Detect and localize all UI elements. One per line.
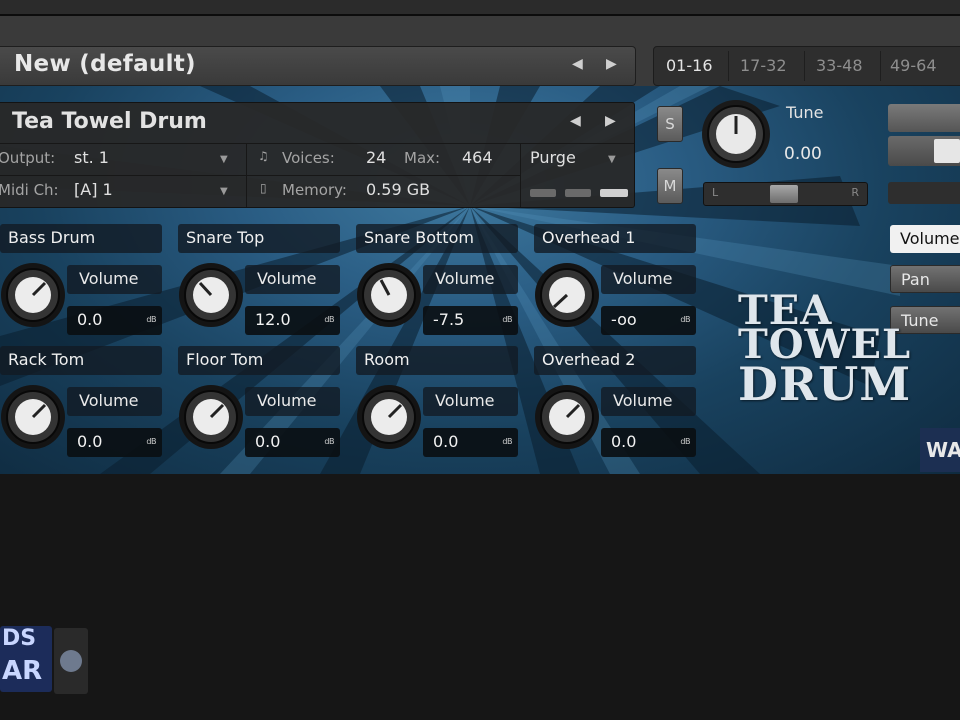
volume-knob[interactable] <box>534 384 600 450</box>
tab-volume[interactable]: Volume <box>890 225 960 253</box>
channel-name: Bass Drum <box>0 224 162 253</box>
brand-logo: WA <box>920 428 960 472</box>
channel-name: Overhead 2 <box>534 346 696 375</box>
db-unit: dB <box>680 315 690 324</box>
volume-label: Volume <box>601 265 696 294</box>
memory-value: 0.59 GB <box>366 180 431 199</box>
volume-label: Volume <box>423 387 518 416</box>
instrument-header: Tea Towel Drum ◀ ▶ Output: st. 1 ▼ Midi … <box>0 102 635 208</box>
purge-dropdown-icon[interactable]: ▼ <box>608 154 616 165</box>
tea-towel-drum-logo: TEA TOWEL DRUM <box>738 287 912 411</box>
solo-button[interactable]: S <box>657 106 683 142</box>
volume-value[interactable]: 0.0 dB <box>67 428 162 457</box>
output-label: Output: <box>0 149 56 167</box>
volume-value[interactable]: 0.0 dB <box>67 306 162 335</box>
pan-slider[interactable]: L R <box>703 182 868 206</box>
page-tab-17-32[interactable]: 17-32 <box>740 56 787 75</box>
meter-segment <box>600 189 628 197</box>
channel-name: Room <box>356 346 518 375</box>
db-unit: dB <box>146 315 156 324</box>
meter-segment <box>530 189 556 197</box>
channel-name: Overhead 1 <box>534 224 696 253</box>
db-unit: dB <box>324 437 334 446</box>
level-meter <box>888 182 960 204</box>
db-unit: dB <box>146 437 156 446</box>
instrument-title: Tea Towel Drum <box>12 109 207 134</box>
watermark-logo: DS AR <box>0 624 90 698</box>
pan-left-label: L <box>712 186 719 199</box>
instrument-prev-arrow-icon[interactable]: ◀ <box>570 113 581 129</box>
max-value[interactable]: 464 <box>462 148 493 167</box>
top-strip <box>0 0 960 16</box>
preset-name: New (default) <box>14 51 196 77</box>
volume-knob[interactable] <box>356 384 422 450</box>
volume-value[interactable]: 0.0 dB <box>423 428 518 457</box>
db-unit: dB <box>502 437 512 446</box>
tune-value: 0.00 <box>784 144 822 164</box>
voices-label: Voices: <box>282 149 335 167</box>
preset-prev-arrow-icon[interactable]: ◀ <box>572 56 583 72</box>
channel-name: Snare Top <box>178 224 340 253</box>
pan-right-label: R <box>851 186 859 199</box>
mute-button[interactable]: M <box>657 168 683 204</box>
volume-value[interactable]: -oo dB <box>601 306 696 335</box>
volume-label: Volume <box>423 265 518 294</box>
purge-button[interactable]: Purge <box>530 148 576 167</box>
instrument-next-arrow-icon[interactable]: ▶ <box>605 113 616 129</box>
midi-channel-label: Midi Ch: <box>0 181 59 199</box>
rack-header: New (default) ◀ ▶ 01-16 17-32 33-48 49-6… <box>0 16 960 86</box>
memory-label: Memory: <box>282 181 347 199</box>
tune-label: Tune <box>786 103 824 122</box>
page-selector: 01-16 17-32 33-48 49-64 <box>653 46 960 86</box>
volume-fader[interactable] <box>888 136 960 166</box>
max-label: Max: <box>404 149 441 167</box>
volume-fader-track[interactable] <box>888 104 960 132</box>
voices-icon: ♫ <box>258 149 269 163</box>
channel-name: Floor Tom <box>178 346 340 375</box>
instrument-panel: Tea Towel Drum ◀ ▶ Output: st. 1 ▼ Midi … <box>0 86 960 474</box>
volume-label: Volume <box>601 387 696 416</box>
volume-value[interactable]: 12.0 dB <box>245 306 340 335</box>
volume-label: Volume <box>245 265 340 294</box>
db-unit: dB <box>324 315 334 324</box>
meter-segment <box>565 189 591 197</box>
output-value[interactable]: st. 1 <box>74 148 109 167</box>
channel-name: Rack Tom <box>0 346 162 375</box>
volume-knob[interactable] <box>356 262 422 328</box>
volume-label: Volume <box>245 387 340 416</box>
volume-label: Volume <box>67 387 162 416</box>
voices-value: 24 <box>366 148 387 167</box>
output-dropdown-icon[interactable]: ▼ <box>220 154 228 165</box>
volume-fader-thumb[interactable] <box>934 139 960 163</box>
tune-knob[interactable] <box>700 98 772 170</box>
midi-dropdown-icon[interactable]: ▼ <box>220 186 228 197</box>
volume-value[interactable]: -7.5 dB <box>423 306 518 335</box>
pan-slider-thumb[interactable] <box>770 185 798 203</box>
preset-bar[interactable]: New (default) ◀ ▶ <box>0 46 636 86</box>
preset-next-arrow-icon[interactable]: ▶ <box>606 56 617 72</box>
volume-knob[interactable] <box>178 384 244 450</box>
volume-value[interactable]: 0.0 dB <box>601 428 696 457</box>
page-tab-33-48[interactable]: 33-48 <box>816 56 863 75</box>
tab-pan[interactable]: Pan <box>890 265 960 293</box>
db-unit: dB <box>502 315 512 324</box>
volume-knob[interactable] <box>0 262 66 328</box>
volume-knob[interactable] <box>178 262 244 328</box>
volume-knob[interactable] <box>0 384 66 450</box>
volume-knob[interactable] <box>534 262 600 328</box>
volume-label: Volume <box>67 265 162 294</box>
page-tab-49-64[interactable]: 49-64 <box>890 56 937 75</box>
db-unit: dB <box>680 437 690 446</box>
channel-name: Snare Bottom <box>356 224 518 253</box>
midi-channel-value[interactable]: [A] 1 <box>74 180 113 199</box>
memory-icon: ▯ <box>260 181 267 195</box>
page-tab-01-16[interactable]: 01-16 <box>666 56 713 75</box>
volume-value[interactable]: 0.0 dB <box>245 428 340 457</box>
